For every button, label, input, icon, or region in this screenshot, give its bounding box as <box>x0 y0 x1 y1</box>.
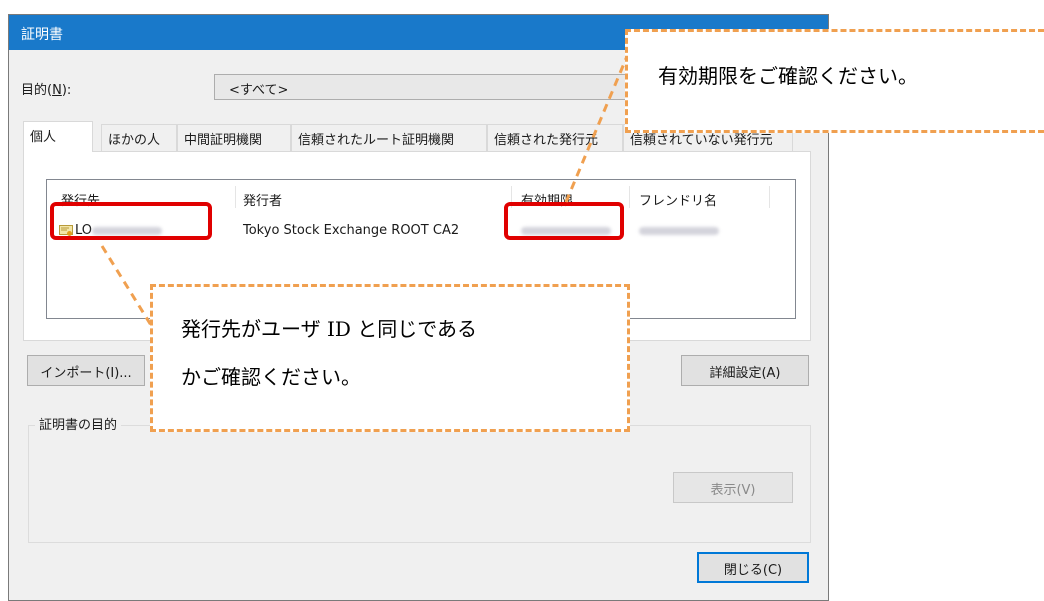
expiry-callout: 有効期限をご確認ください。 <box>625 29 1044 133</box>
issued-to-callout: 発行先がユーザ ID と同じである かご確認ください。 <box>150 284 630 432</box>
issued-to-callout-line1: 発行先がユーザ ID と同じである <box>181 317 478 341</box>
tab-personal[interactable]: 個人 <box>23 121 93 152</box>
issued-to-leader-line <box>100 245 156 331</box>
expiry-callout-text: 有効期限をご確認ください。 <box>658 64 918 88</box>
expiry-leader-line <box>564 53 630 203</box>
issued-to-callout-line2: かご確認ください。 <box>181 365 361 389</box>
tab-label: 個人 <box>30 130 57 145</box>
